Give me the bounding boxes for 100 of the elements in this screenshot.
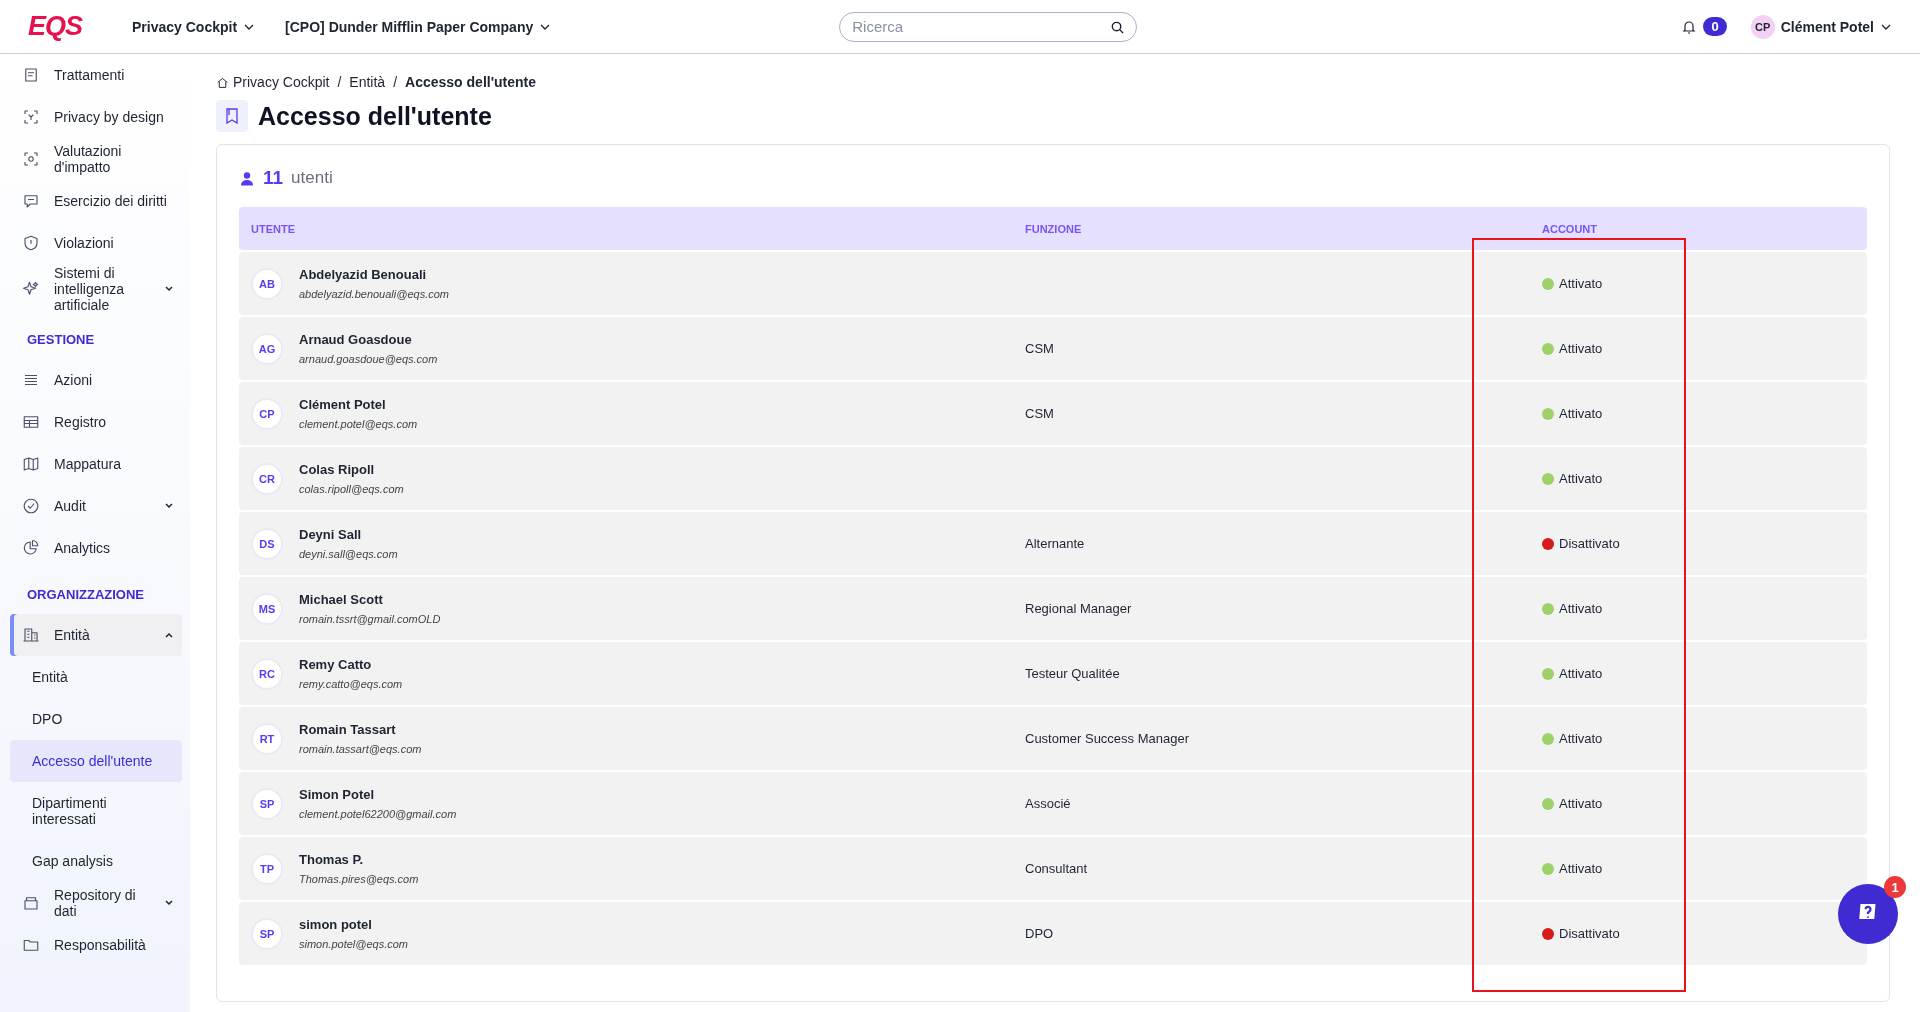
sidebar-item[interactable]: Repository di dati xyxy=(10,882,182,924)
status-text: Attivato xyxy=(1559,601,1603,616)
sidebar-item[interactable]: Entità xyxy=(10,614,182,656)
sidebar-item[interactable]: Audit xyxy=(10,485,182,527)
menu-icon xyxy=(22,234,40,252)
menu-dropdown[interactable]: Privacy Cockpit xyxy=(132,18,256,35)
function-text: DPO xyxy=(1025,926,1054,941)
table-row[interactable]: DS Deyni Sall deyni.sall@eqs.com Alternante Disattivato xyxy=(239,512,1867,575)
sidebar-item[interactable]: Azioni xyxy=(10,359,182,401)
search-icon xyxy=(1110,19,1126,35)
bell-icon[interactable] xyxy=(1681,18,1698,35)
function-text: Consultant xyxy=(1025,861,1088,876)
user-email: deyni.sall@eqs.com xyxy=(299,548,398,560)
user-email: romain.tssrt@gmail.comOLD xyxy=(299,613,441,625)
user-name: simon potel xyxy=(299,917,373,932)
sidebar-item[interactable]: Valutazioni d'impatto xyxy=(10,138,182,180)
user-menu[interactable]: CP Clément Potel xyxy=(1750,14,1892,39)
table-row[interactable]: MS Michael Scott romain.tssrt@gmail.comOLD Regional Manager Attivato xyxy=(239,577,1867,640)
sidebar-subitem[interactable]: Dipartimenti interessati xyxy=(10,782,182,840)
avatar: SP xyxy=(251,787,283,820)
breadcrumb-link[interactable]: Accesso dell'utente xyxy=(405,74,536,90)
user-name: Clément Potel xyxy=(299,397,387,412)
logo[interactable]: EQS xyxy=(28,11,83,42)
notification-badge: 1 xyxy=(1884,876,1906,898)
sidebar-item[interactable]: Privacy by design xyxy=(10,96,182,138)
avatar: RC xyxy=(251,657,283,690)
sidebar-item[interactable]: Mappatura xyxy=(10,443,182,485)
home-icon xyxy=(216,75,229,89)
user-email: Thomas.pires@eqs.com xyxy=(299,873,419,885)
menu-icon xyxy=(22,66,40,84)
menu-icon xyxy=(22,455,40,473)
menu-icon xyxy=(22,894,40,912)
menu-icon xyxy=(22,150,40,168)
function-text: CSM xyxy=(1025,406,1054,421)
avatar: CR xyxy=(251,462,283,495)
table-row[interactable]: CR Colas Ripoll colas.ripoll@eqs.com Attivato xyxy=(239,447,1867,510)
status-text: Disattivato xyxy=(1559,536,1620,551)
table-row[interactable]: AG Arnaud Goasdoue arnaud.goasdoue@eqs.com CSM Attivato xyxy=(239,317,1867,380)
notification-count: 0 xyxy=(1703,17,1727,36)
function-text: Testeur Qualitée xyxy=(1025,666,1120,681)
table-row[interactable]: SP simon potel simon.potel@eqs.com DPO Disattivato xyxy=(239,902,1867,965)
breadcrumb-link[interactable]: Privacy Cockpit xyxy=(233,74,330,90)
sidebar-subitem[interactable]: Accesso dell'utente xyxy=(10,740,182,782)
column-header: FUNZIONE xyxy=(1025,222,1083,235)
status-text: Attivato xyxy=(1559,666,1603,681)
search-field[interactable]: Ricerca xyxy=(839,11,1138,42)
sidebar-item[interactable]: Violazioni xyxy=(10,222,182,264)
table-row[interactable]: TP Thomas P. Thomas.pires@eqs.com Consultant Attivato xyxy=(239,837,1867,900)
user-name: Deyni Sall xyxy=(299,527,363,542)
user-avatar: CP xyxy=(1750,14,1775,39)
status-text: Attivato xyxy=(1559,731,1603,746)
function-text: Customer Success Manager xyxy=(1025,731,1189,746)
menu-dropdown[interactable]: [CPO] Dunder Mifflin Paper Company xyxy=(285,18,552,35)
menu-icon xyxy=(22,280,40,298)
user-email: simon.potel@eqs.com xyxy=(299,938,408,950)
sidebar-item[interactable]: Responsabilità xyxy=(10,924,182,966)
sidebar-item[interactable]: Sistemi di intelligenza artificiale xyxy=(10,264,182,314)
status-text: Attivato xyxy=(1559,276,1603,291)
avatar: TP xyxy=(251,852,283,885)
breadcrumb-link[interactable]: Entità xyxy=(349,74,386,90)
avatar: MS xyxy=(251,592,283,625)
user-name: Romain Tassart xyxy=(299,722,397,737)
sidebar-subitem[interactable]: Entità xyxy=(10,656,182,698)
status-text: Disattivato xyxy=(1559,926,1620,941)
user-name: Remy Catto xyxy=(299,657,373,672)
menu-icon xyxy=(22,192,40,210)
user-name: Clément Potel xyxy=(1780,18,1874,35)
table-row[interactable]: RT Romain Tassart romain.tassart@eqs.com Customer Success Manager Attivato xyxy=(239,707,1867,770)
menu-icon xyxy=(22,108,40,126)
user-name: Thomas P. xyxy=(299,852,365,867)
table-row[interactable]: AB Abdelyazid Benouali abdelyazid.benouali@eqs.com Attivato xyxy=(239,252,1867,315)
section-heading: GESTIONE xyxy=(26,331,96,349)
table-row[interactable]: CP Clément Potel clement.potel@eqs.com CSM Attivato xyxy=(239,382,1867,445)
status-text: Attivato xyxy=(1559,341,1603,356)
user-name: Colas Ripoll xyxy=(299,462,376,477)
avatar: AB xyxy=(251,267,283,300)
status-text: Attivato xyxy=(1559,406,1603,421)
column-header: UTENTE xyxy=(251,222,296,235)
function-text: Associé xyxy=(1025,796,1071,811)
sidebar-item[interactable]: Registro xyxy=(10,401,182,443)
sidebar-item[interactable]: Esercizio dei diritti xyxy=(10,180,182,222)
avatar: SP xyxy=(251,917,283,950)
table-row[interactable]: SP Simon Potel clement.potel62200@gmail.com Associé Attivato xyxy=(239,772,1867,835)
sidebar-subitem[interactable]: Gap analysis xyxy=(10,840,182,882)
user-email: colas.ripoll@eqs.com xyxy=(299,483,404,495)
function-text: Alternante xyxy=(1025,536,1085,551)
breadcrumb-separator: / xyxy=(393,74,398,90)
status-text: Attivato xyxy=(1559,861,1603,876)
sidebar-item[interactable]: Analytics xyxy=(10,527,182,569)
menu-icon xyxy=(22,539,40,557)
menu-icon xyxy=(22,626,40,644)
user-name: Simon Potel xyxy=(299,787,376,802)
sidebar-item[interactable]: Trattamenti xyxy=(10,54,182,96)
person-icon xyxy=(239,169,255,187)
status-text: Attivato xyxy=(1559,471,1603,486)
function-text: Regional Manager xyxy=(1025,601,1132,616)
count-label: utenti xyxy=(291,168,333,188)
table-row[interactable]: RC Remy Catto remy.catto@eqs.com Testeur Qualitée Attivato xyxy=(239,642,1867,705)
menu-icon xyxy=(22,413,40,431)
sidebar-subitem[interactable]: DPO xyxy=(10,698,182,740)
